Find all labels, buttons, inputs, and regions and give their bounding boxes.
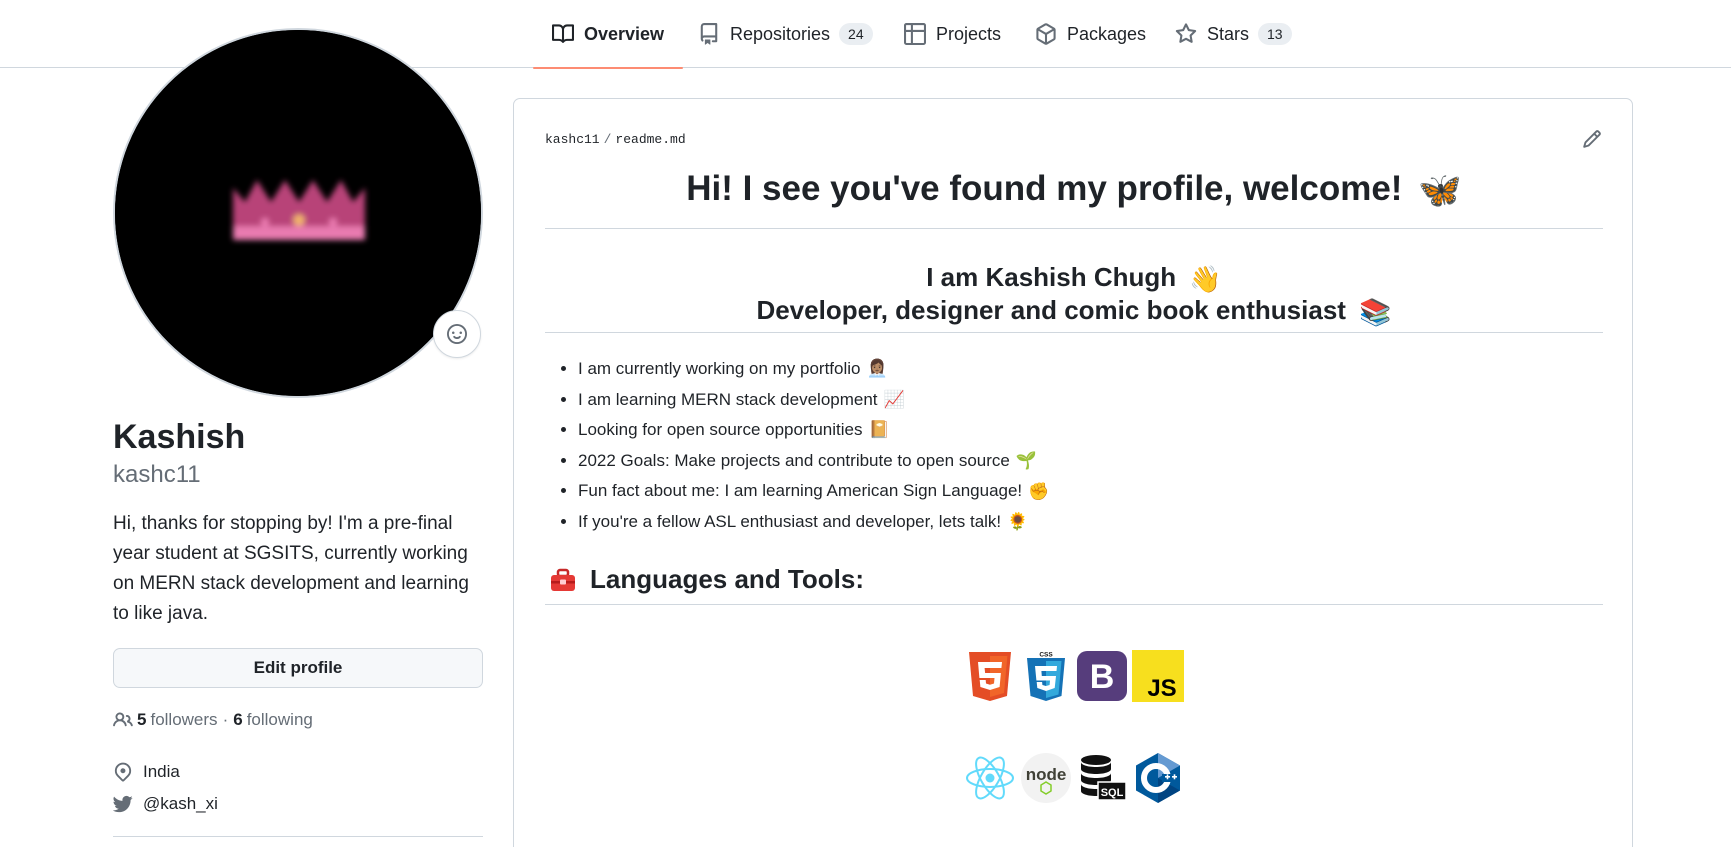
tab-projects[interactable]: Projects (904, 0, 1001, 68)
waving-hand-icon: 👋 (1189, 263, 1222, 294)
twitter-handle: @kash_xi (143, 794, 218, 813)
intro-line-role: Developer, designer and comic book enthu… (545, 295, 1603, 328)
list-item: Looking for open source opportunities📔 (578, 415, 1049, 446)
readme-file-link[interactable]: readme.md (615, 132, 685, 147)
chart-increasing-icon: 📈 (883, 389, 905, 409)
location-text: India (143, 762, 180, 781)
seedling-icon: 🌱 (1015, 451, 1038, 470)
logo-row-1: CSS B JS (514, 650, 1634, 702)
tab-stars[interactable]: Stars 13 (1175, 0, 1292, 68)
raised-fist-icon: ✊ (1028, 481, 1050, 501)
repositories-count-badge: 24 (839, 23, 873, 45)
javascript-logo[interactable]: JS (1132, 650, 1184, 702)
book-icon (552, 23, 574, 45)
readme-title-text: Hi! I see you've found my profile, welco… (686, 169, 1403, 208)
tab-label: Projects (936, 23, 1002, 44)
following-link[interactable]: 6 following (233, 710, 313, 730)
readme-owner-link[interactable]: kashc11 (545, 132, 600, 147)
avatar[interactable] (113, 28, 483, 398)
books-icon: 📚 (1359, 296, 1392, 327)
javascript-label: JS (1147, 675, 1176, 702)
list-item: 2022 Goals: Make projects and contribute… (578, 446, 1049, 477)
people-icon (113, 712, 133, 727)
about-list: I am currently working on my portfolio 👩🏽… (578, 354, 1049, 538)
set-status-button[interactable] (433, 310, 481, 358)
package-icon (1035, 23, 1057, 45)
star-icon (1175, 23, 1197, 45)
list-item-text: I am currently working on my portfolio (578, 359, 861, 378)
tab-label: Stars (1207, 23, 1250, 44)
tab-repositories[interactable]: Repositories 24 (698, 0, 873, 68)
sql-database-logo[interactable]: SQL (1076, 752, 1128, 804)
nodejs-logo[interactable]: node (1020, 752, 1072, 804)
tab-overview[interactable]: Overview (532, 0, 684, 69)
profile-name: Kashish (113, 418, 246, 456)
tab-label: Packages (1067, 23, 1147, 44)
follow-stats: 5 followers · 6 following (113, 710, 313, 730)
readme-path: kashc11/readme.md (545, 132, 686, 147)
profile-location: India (113, 762, 180, 782)
readme-card: kashc11/readme.md Hi! I see you've found… (513, 98, 1633, 847)
css-label: CSS (1039, 652, 1053, 659)
notebook-icon: 📔 (868, 420, 890, 440)
repo-icon (698, 23, 720, 45)
stars-count-badge: 13 (1258, 23, 1292, 45)
cplusplus-logo[interactable] (1132, 752, 1184, 804)
list-item-text: Fun fact about me: I am learning America… (578, 481, 1023, 501)
twitter-icon (113, 794, 133, 814)
tab-packages[interactable]: Packages (1035, 0, 1146, 68)
tools-divider (545, 604, 1603, 605)
toolbox-icon (548, 565, 578, 595)
follow-separator: · (222, 710, 229, 729)
tools-heading-text: Languages and Tools: (590, 564, 864, 594)
bootstrap-logo[interactable]: B (1076, 650, 1128, 702)
profile-username: kashc11 (113, 461, 201, 488)
heading-divider (545, 228, 1603, 229)
react-logo[interactable] (964, 752, 1016, 804)
followers-label: followers (150, 710, 218, 729)
bootstrap-label: B (1090, 658, 1115, 696)
list-item-text: If you're a fellow ASL enthusiast and de… (578, 511, 1002, 531)
location-icon (113, 762, 133, 782)
intro-line-name: I am Kashish Chugh 👋 (545, 262, 1603, 295)
tools-heading: Languages and Tools: (548, 564, 864, 595)
followers-count: 5 (137, 710, 147, 729)
list-item: I am currently working on my portfolio 👩🏽… (578, 354, 1049, 385)
intro-divider (545, 332, 1603, 333)
intro-name-text: I am Kashish Chugh (926, 262, 1177, 292)
following-label: following (246, 710, 313, 729)
sql-label: SQL (1101, 787, 1124, 799)
table-icon (904, 23, 926, 45)
list-item: Fun fact about me: I am learning America… (578, 476, 1049, 507)
list-item-text: I am learning MERN stack development (578, 389, 878, 409)
following-count: 6 (233, 710, 243, 729)
sidebar-divider (113, 836, 483, 837)
list-item-text: Looking for open source opportunities (578, 420, 863, 440)
logo-row-2: node SQL (514, 752, 1634, 804)
profile-bio: Hi, thanks for stopping by! I'm a pre-fi… (113, 513, 469, 624)
sunflower-icon: 🌻 (1007, 512, 1029, 532)
list-item-text: 2022 Goals: Make projects and contribute… (578, 450, 1010, 470)
list-item: If you're a fellow ASL enthusiast and de… (578, 507, 1049, 538)
list-item: I am learning MERN stack development📈 (578, 385, 1049, 416)
intro-role-text: Developer, designer and comic book enthu… (756, 295, 1346, 325)
tab-label: Overview (584, 23, 665, 44)
path-separator: / (603, 132, 612, 147)
smiley-icon (447, 324, 467, 344)
readme-title: Hi! I see you've found my profile, welco… (545, 169, 1603, 211)
css3-logo[interactable]: CSS (1020, 650, 1072, 702)
businesswoman-icon: 👩🏽‍💼 (866, 359, 888, 379)
butterfly-icon: 🦋 (1418, 171, 1462, 211)
followers-link[interactable]: 5 followers (137, 710, 218, 730)
tab-label: Repositories (730, 23, 831, 44)
profile-twitter[interactable]: @kash_xi (113, 794, 218, 814)
crown-avatar-image (115, 30, 481, 396)
edit-readme-pencil-icon[interactable] (1582, 129, 1602, 149)
html5-logo[interactable] (964, 650, 1016, 702)
edit-profile-button[interactable]: Edit profile (113, 648, 483, 688)
